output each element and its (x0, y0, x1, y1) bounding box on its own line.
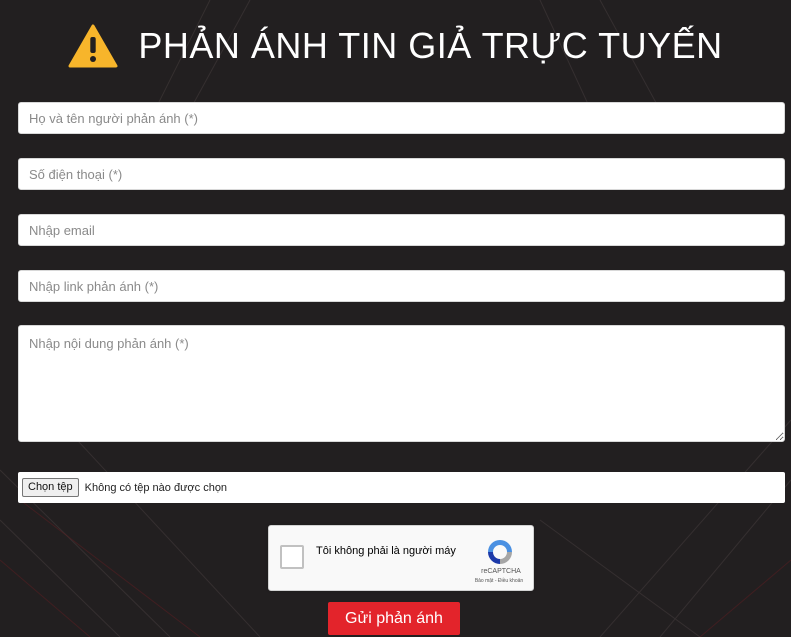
recaptcha-label: Tôi không phải là người máy (316, 545, 456, 557)
link-input[interactable] (18, 270, 785, 302)
content-textarea[interactable] (18, 325, 785, 442)
name-input[interactable] (18, 102, 785, 134)
file-upload: Chọn tệp Không có tệp nào được chọn (18, 472, 785, 503)
warning-triangle-icon (68, 24, 118, 68)
submit-button[interactable]: Gửi phản ánh (328, 602, 460, 635)
choose-file-button[interactable]: Chọn tệp (22, 478, 79, 497)
recaptcha-widget: Tôi không phải là người máy reCAPTCHA Bả… (268, 525, 534, 591)
recaptcha-logo-icon (488, 540, 512, 564)
file-status-text: Không có tệp nào được chọn (84, 481, 228, 494)
email-input[interactable] (18, 214, 785, 246)
recaptcha-brand: reCAPTCHA (481, 568, 521, 575)
recaptcha-links[interactable]: Bảo mật - Điều khoản (465, 578, 533, 584)
phone-input[interactable] (18, 158, 785, 190)
page-title: PHẢN ÁNH TIN GIẢ TRỰC TUYẾN (138, 25, 723, 66)
recaptcha-checkbox[interactable] (280, 545, 304, 569)
page-header: PHẢN ÁNH TIN GIẢ TRỰC TUYẾN (0, 14, 791, 78)
